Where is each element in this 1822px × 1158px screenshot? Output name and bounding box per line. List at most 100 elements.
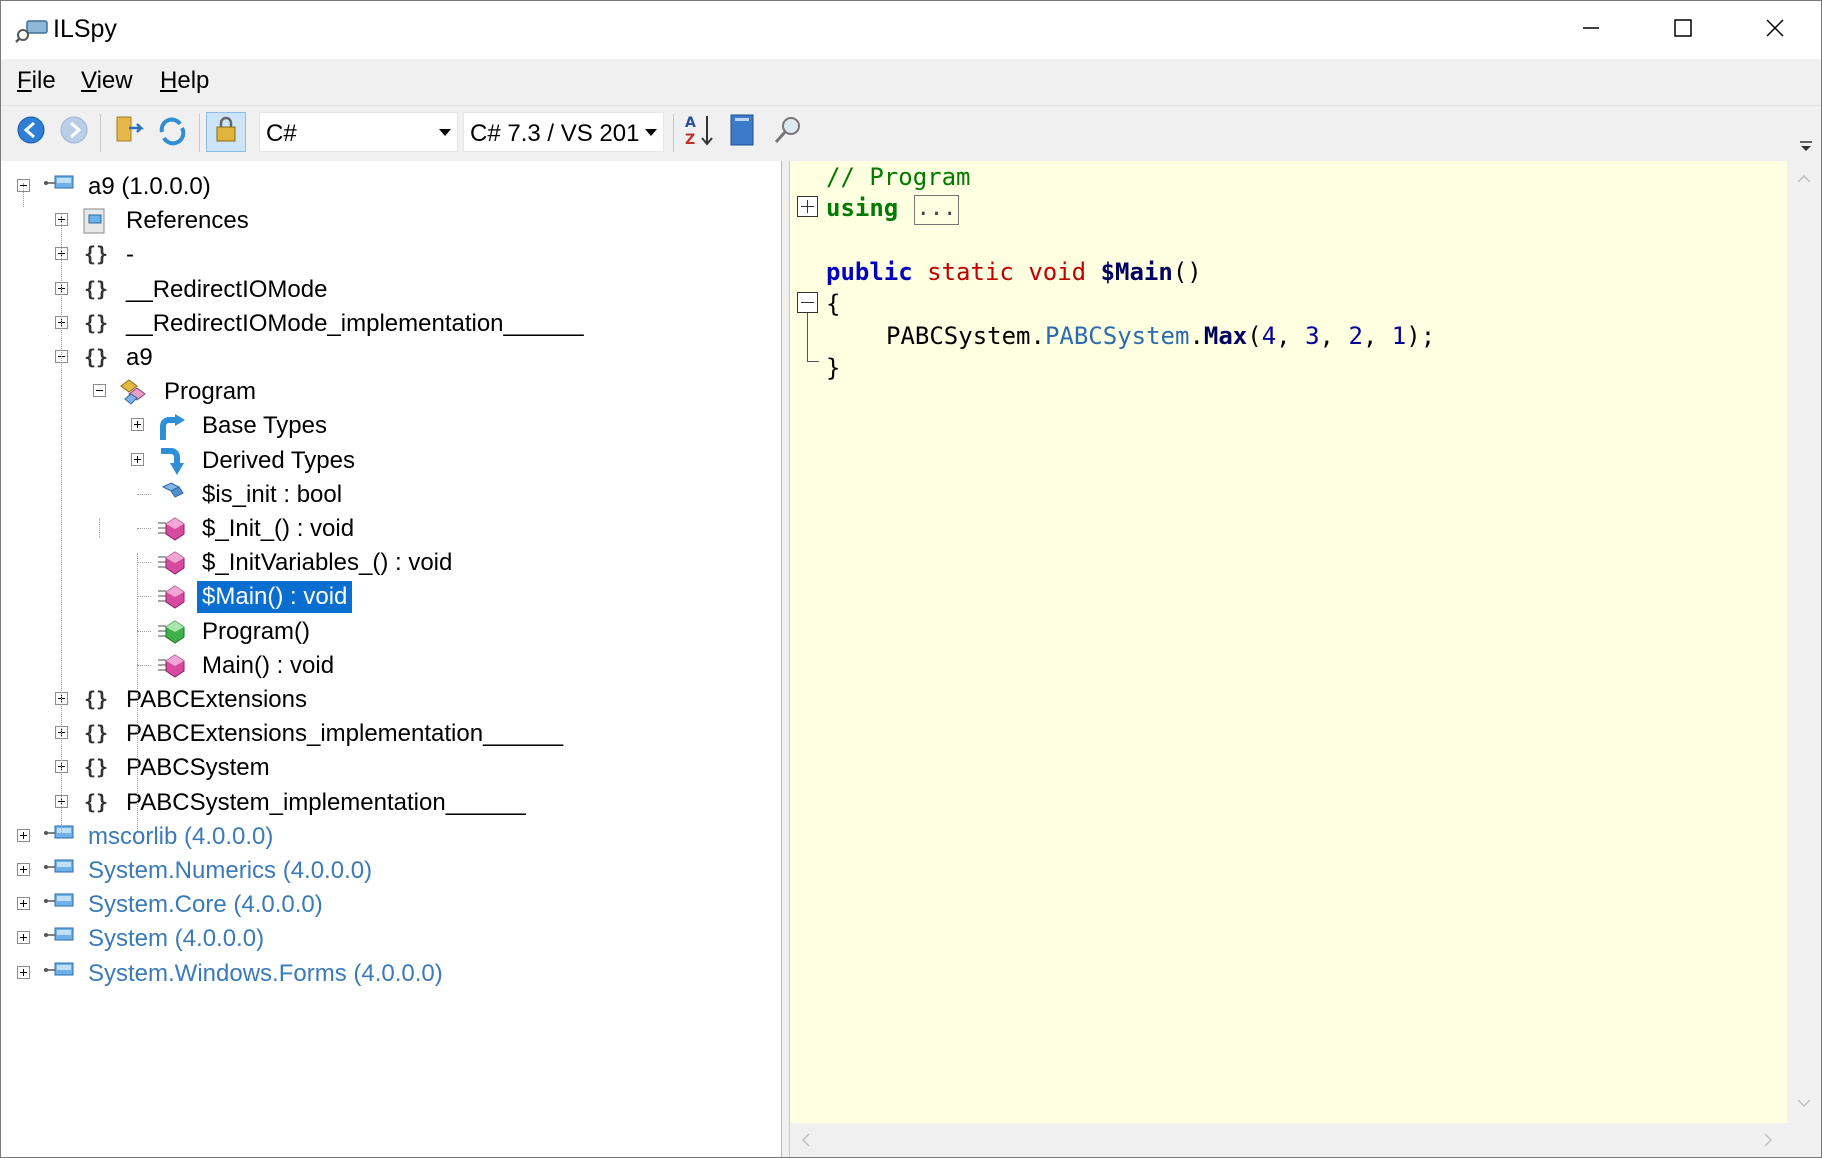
tree-node-label[interactable]: mscorlib (4.0.0.0) [83,821,278,853]
tree-node-label[interactable]: $Main() : void [197,581,353,614]
tree-node[interactable]: Main() : void [1,648,781,682]
tree-node-label[interactable]: PABCExtensions [121,684,312,716]
tree-node[interactable]: {} __RedirectIOMode_implementation______ [1,306,781,340]
tree-node[interactable]: Program [1,374,781,408]
tree-node-label[interactable]: System (4.0.0.0) [83,923,269,955]
scroll-left-icon[interactable] [796,1130,816,1150]
tree-node-label[interactable]: Base Types [197,410,332,442]
tree-node-label[interactable]: $_Init_() : void [197,513,359,545]
back-button[interactable] [11,112,51,152]
sort-button[interactable]: AZ [679,112,719,152]
tree-node[interactable]: System.Windows.Forms (4.0.0.0) [1,956,781,990]
expand-toggle[interactable] [17,863,30,876]
assembly-tree[interactable]: a9 (1.0.0.0) References{} -{} __RedirectIOM… [1,161,782,1157]
using-fold-toggle[interactable] [797,196,818,217]
expand-toggle[interactable] [17,965,30,979]
scroll-up-icon[interactable] [1794,169,1814,189]
language-select[interactable]: C# [259,112,458,152]
method-name[interactable]: $Main [1101,258,1173,286]
scroll-right-icon[interactable] [1758,1130,1778,1150]
call-dot: . [1030,322,1045,350]
reload-button[interactable] [152,112,192,152]
decompiled-code-view[interactable]: // Program using ... public static void … [790,161,1787,1123]
tree-node[interactable]: {} __RedirectIOMode [1,272,781,306]
tree-node-label[interactable]: __RedirectIOMode_implementation______ [121,308,589,340]
tree-node-label[interactable]: - [121,239,139,271]
expand-toggle[interactable] [17,897,30,911]
expand-toggle[interactable] [17,828,30,842]
tree-node-label[interactable]: Program [159,376,261,408]
tree-node-label[interactable]: Derived Types [197,445,360,477]
tree-node-label[interactable]: System.Numerics (4.0.0.0) [83,855,377,887]
tree-node[interactable]: $_Init_() : void [1,511,781,545]
tree-node-label[interactable]: a9 [121,342,158,374]
tree-node[interactable]: $Main() : void [1,579,781,614]
assembly-icon [43,857,74,883]
code-horizontal-scrollbar[interactable] [790,1123,1787,1157]
tree-node[interactable]: a9 (1.0.0.0) [1,169,781,203]
tree-node[interactable]: System.Numerics (4.0.0.0) [1,853,781,887]
tree-node[interactable]: $_InitVariables_() : void [1,545,781,579]
tree-node[interactable]: $is_init : bool [1,477,781,511]
scroll-down-icon[interactable] [1794,1093,1814,1113]
manage-lists-button[interactable] [722,112,762,152]
code-vertical-scrollbar[interactable] [1787,161,1821,1123]
menu-help[interactable]: Help [160,67,209,95]
using-collapsed-box[interactable]: ... [914,195,959,225]
menu-view[interactable]: View [81,67,133,95]
close-icon [1765,18,1785,43]
collapse-toggle[interactable] [93,384,106,398]
tree-node[interactable]: {} PABCExtensions_implementation______ [1,716,781,750]
tree-node-label[interactable]: __RedirectIOMode [121,274,332,306]
maximize-button[interactable] [1637,1,1729,59]
tree-node-label[interactable]: $_InitVariables_() : void [197,547,457,579]
open-button[interactable] [109,112,149,152]
pane-splitter[interactable] [782,161,790,1157]
tree-node[interactable]: System (4.0.0.0) [1,921,781,955]
show-internal-button[interactable] [206,112,246,152]
tree-node[interactable]: Base Types [1,408,781,442]
menu-file[interactable]: File [17,67,56,95]
tree-node[interactable]: {} PABCSystem [1,750,781,784]
tree-node-label[interactable]: a9 (1.0.0.0) [83,171,216,203]
forward-button[interactable] [54,112,94,152]
search-button[interactable] [768,112,808,152]
tree-node[interactable]: Derived Types [1,443,781,477]
tree-node-label[interactable]: System.Windows.Forms (4.0.0.0) [83,958,448,990]
tree-node-label[interactable]: System.Core (4.0.0.0) [83,889,328,921]
tree-node[interactable]: System.Core (4.0.0.0) [1,887,781,921]
call-member[interactable]: Max [1204,322,1247,350]
expand-toggle[interactable] [17,931,30,945]
tree-node[interactable]: {} - [1,237,781,271]
tree-node[interactable]: References [1,203,781,237]
language-version-select[interactable]: C# 7.3 / VS 2017.3 [463,112,664,152]
title-bar[interactable]: ILSpy [1,1,1821,59]
tree-node-label[interactable]: References [121,205,254,237]
tree-node-label[interactable]: PABCSystem_implementation______ [121,787,531,819]
call-type[interactable]: PABCSystem [1045,322,1190,350]
tree-node-label[interactable]: $is_init : bool [197,479,347,511]
tree-node[interactable]: Program() [1,614,781,648]
search-icon [772,114,804,151]
method-icon [157,515,185,541]
tree-node[interactable]: {} PABCSystem_implementation______ [1,785,781,819]
expand-toggle[interactable] [131,452,144,466]
tree-node[interactable]: mscorlib (4.0.0.0) [1,819,781,853]
minimize-icon [1581,18,1601,43]
close-button[interactable] [1729,1,1821,59]
tree-node-label[interactable]: PABCExtensions_implementation______ [121,718,568,750]
language-select-value: C# [266,120,297,147]
namespace-icon: {} [81,276,109,302]
tree-node[interactable]: {} PABCExtensions [1,682,781,716]
tree-node-label[interactable]: Program() [197,616,315,648]
arg-value: 2 [1348,322,1363,350]
method-fold-toggle[interactable] [797,292,818,313]
toolbar-overflow-icon[interactable] [1799,140,1813,152]
minimize-button[interactable] [1545,1,1637,59]
tree-node-label[interactable]: Main() : void [197,650,339,682]
menu-bar: File View Help [1,59,1821,105]
expand-toggle[interactable] [131,418,144,432]
call-namespace[interactable]: PABCSystem [886,322,1031,350]
tree-node[interactable]: {} a9 [1,340,781,374]
tree-node-label[interactable]: PABCSystem [121,752,275,784]
